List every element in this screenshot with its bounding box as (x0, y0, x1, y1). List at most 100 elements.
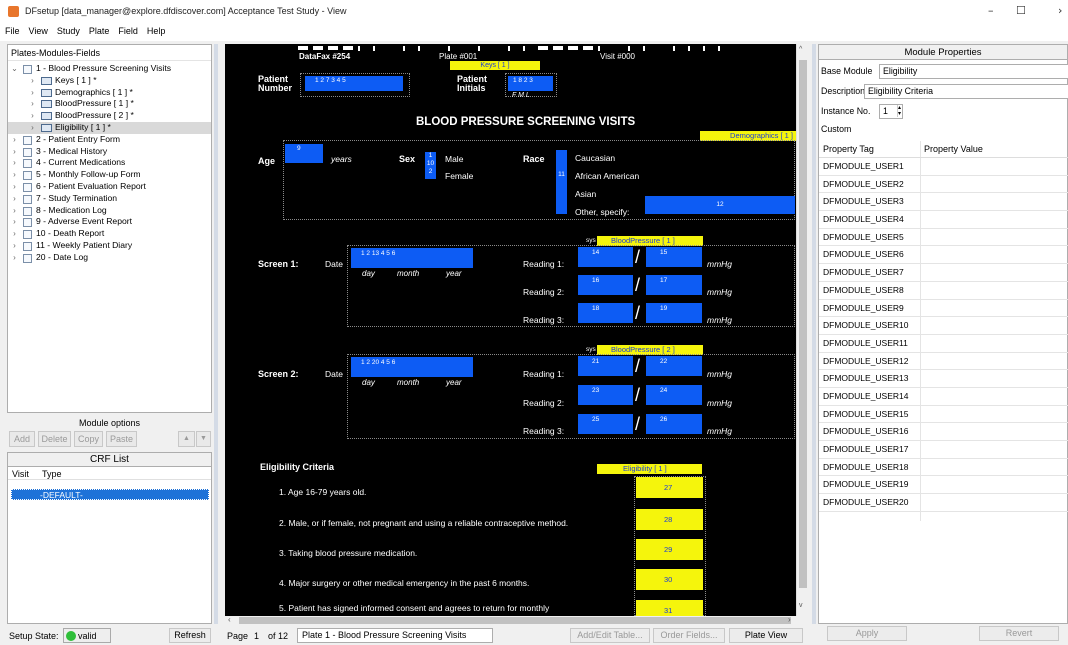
maximize-button[interactable]: ☐ (1016, 4, 1026, 17)
s1-reading2-dia[interactable]: 17 (646, 275, 702, 295)
plate-canvas[interactable]: DataFax #254 Plate #001 Visit #000 Keys … (225, 44, 808, 616)
horizontal-scroll-thumb[interactable] (239, 617, 791, 624)
page-number[interactable]: 1 (254, 631, 259, 641)
property-row[interactable]: DFMODULE_USER2 (819, 176, 1068, 194)
s2-reading2-sys[interactable]: 23 (578, 385, 633, 405)
crf-row-default[interactable]: -DEFAULT- (11, 489, 209, 500)
property-tag-header[interactable]: Property Tag (823, 141, 874, 158)
property-row[interactable]: DFMODULE_USER15 (819, 406, 1068, 424)
plate-horizontal-scrollbar[interactable]: ‹ › (225, 615, 808, 625)
chevron-right-icon[interactable]: › (10, 216, 19, 228)
race-field[interactable]: 11 (556, 150, 567, 214)
property-row[interactable]: DFMODULE_USER17 (819, 441, 1068, 459)
order-fields-button[interactable]: Order Fields... (653, 628, 725, 643)
tree-module-item[interactable]: › BloodPressure [ 2 ] * (8, 110, 211, 122)
eligibility-field-3[interactable]: 29 (636, 539, 703, 560)
close-button[interactable]: › (1058, 4, 1068, 17)
minimize-button[interactable]: – (988, 4, 994, 17)
visit-column-header[interactable]: Visit (12, 469, 29, 479)
eligibility-field-2[interactable]: 28 (636, 509, 703, 530)
tree-plate-item[interactable]: › 5 - Monthly Follow-up Form (8, 169, 211, 181)
property-row[interactable]: DFMODULE_USER19 (819, 476, 1068, 495)
s1-reading1-sys[interactable]: 14 (578, 247, 633, 267)
tree-plate-item[interactable]: › 20 - Date Log (8, 252, 211, 264)
tree-module-item[interactable]: › Demographics [ 1 ] * (8, 87, 211, 99)
property-row[interactable]: DFMODULE_USER11 (819, 335, 1068, 353)
chevron-right-icon[interactable]: › (10, 181, 19, 193)
tree-plate-item[interactable]: › 2 - Patient Entry Form (8, 134, 211, 146)
scroll-left-icon[interactable]: ‹ (228, 615, 231, 624)
plate-name-field[interactable]: Plate 1 - Blood Pressure Screening Visit… (297, 628, 493, 643)
revert-button[interactable]: Revert (979, 626, 1059, 641)
eligibility-field-1[interactable]: 27 (636, 477, 703, 498)
chevron-right-icon[interactable]: › (10, 228, 19, 240)
right-splitter[interactable] (812, 44, 816, 624)
property-row[interactable]: DFMODULE_USER7 (819, 264, 1068, 282)
patient-number-field[interactable]: 1 2 7 3 4 5 (305, 76, 403, 91)
s1-reading2-sys[interactable]: 16 (578, 275, 633, 295)
refresh-button[interactable]: Refresh (169, 628, 211, 643)
left-splitter[interactable] (214, 44, 218, 624)
chevron-right-icon[interactable]: › (10, 205, 19, 217)
chevron-right-icon[interactable]: › (10, 146, 19, 158)
eligibility-field-4[interactable]: 30 (636, 569, 703, 590)
property-value-header[interactable]: Property Value (924, 141, 983, 158)
menu-view[interactable]: View (24, 24, 52, 36)
description-field[interactable]: Eligibility Criteria (864, 84, 1068, 99)
plate-view-button[interactable]: Plate View (729, 628, 803, 643)
race-other-field[interactable]: 12 (645, 196, 795, 214)
add-button[interactable]: Add (9, 431, 35, 447)
spinner-arrows-icon[interactable]: ▴ ▾ (896, 105, 901, 117)
plate-vertical-scrollbar[interactable]: ^ v (796, 44, 808, 616)
property-row[interactable]: DFMODULE_USER1 (819, 158, 1068, 176)
property-row[interactable]: DFMODULE_USER9 (819, 300, 1068, 318)
eligibility-module-tag[interactable]: Eligibility [ 1 ] (597, 464, 702, 474)
move-up-icon[interactable]: ▲ (178, 431, 195, 447)
instance-spinner[interactable]: 1 ▴ ▾ (879, 104, 903, 119)
copy-button[interactable]: Copy (74, 431, 103, 447)
menu-help[interactable]: Help (142, 24, 170, 36)
s2-reading1-dia[interactable]: 22 (646, 356, 702, 376)
chevron-right-icon[interactable]: › (10, 193, 19, 205)
property-row[interactable]: DFMODULE_USER5 (819, 229, 1068, 247)
sex-field[interactable]: 1 10 2 (425, 152, 436, 179)
s2-reading3-dia[interactable]: 26 (646, 414, 702, 434)
type-column-header[interactable]: Type (42, 469, 62, 479)
property-row[interactable]: DFMODULE_USER6 (819, 246, 1068, 265)
chevron-right-icon[interactable]: › (10, 252, 19, 264)
paste-button[interactable]: Paste (106, 431, 137, 447)
chevron-right-icon[interactable]: › (10, 157, 19, 169)
base-module-field[interactable]: Eligibility (879, 64, 1068, 79)
property-row[interactable]: DFMODULE_USER3 (819, 193, 1068, 212)
tree-plate-item[interactable]: › 8 - Medication Log (8, 205, 211, 217)
tree-plate-item[interactable]: › 3 - Medical History (8, 146, 211, 158)
chevron-right-icon[interactable]: › (28, 110, 37, 122)
delete-button[interactable]: Delete (38, 431, 71, 447)
property-row[interactable]: DFMODULE_USER10 (819, 317, 1068, 335)
property-row[interactable]: DFMODULE_USER12 (819, 353, 1068, 371)
chevron-right-icon[interactable]: › (10, 169, 19, 181)
property-row[interactable]: DFMODULE_USER13 (819, 370, 1068, 388)
keys-module-tag[interactable]: Keys [ 1 ] (450, 61, 540, 70)
tree-module-item[interactable]: › Eligibility [ 1 ] * (8, 121, 211, 134)
chevron-right-icon[interactable]: › (10, 134, 19, 146)
chevron-right-icon[interactable]: › (28, 87, 37, 99)
property-row[interactable]: DFMODULE_USER20 (819, 494, 1068, 512)
tree-module-item[interactable]: › BloodPressure [ 1 ] * (8, 98, 211, 110)
vertical-scroll-thumb[interactable] (799, 60, 807, 588)
menu-field[interactable]: Field (113, 24, 142, 36)
tree-plate-item[interactable]: ⌄ 1 - Blood Pressure Screening Visits (8, 63, 211, 75)
menu-study[interactable]: Study (52, 24, 84, 36)
screen1-date-field[interactable]: 1 2 13 4 5 6 (351, 248, 473, 268)
tree-plate-item[interactable]: › 6 - Patient Evaluation Report (8, 181, 211, 193)
tree-plate-item[interactable]: › 10 - Death Report (8, 228, 211, 240)
chevron-right-icon[interactable]: › (28, 75, 37, 87)
menu-plate[interactable]: Plate (84, 24, 114, 36)
property-row[interactable]: DFMODULE_USER4 (819, 211, 1068, 229)
tree-plate-item[interactable]: › 7 - Study Termination (8, 193, 211, 205)
apply-button[interactable]: Apply (827, 626, 907, 641)
chevron-right-icon[interactable]: › (28, 122, 37, 134)
s2-reading2-dia[interactable]: 24 (646, 385, 702, 405)
chevron-right-icon[interactable]: › (10, 240, 19, 252)
s2-reading1-sys[interactable]: 21 (578, 356, 633, 376)
